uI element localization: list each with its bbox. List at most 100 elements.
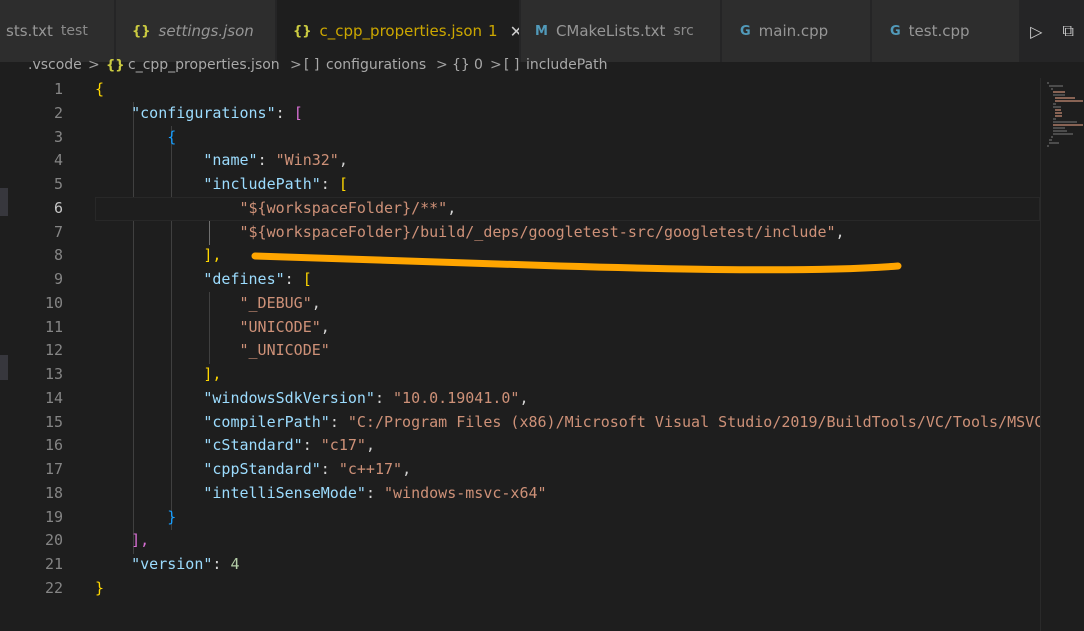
- minimap[interactable]: [1040, 78, 1084, 631]
- minimap-line: [1053, 106, 1061, 108]
- breadcrumb-file[interactable]: c_cpp_properties.json: [128, 57, 280, 73]
- line-number: 17: [44, 460, 63, 478]
- tab-test-cpp[interactable]: G test.cpp: [872, 0, 1020, 62]
- minimap-line: [1053, 94, 1065, 96]
- minimap-line: [1053, 127, 1065, 129]
- code-line: ],: [95, 529, 1040, 553]
- run-icon[interactable]: ▷: [1030, 22, 1042, 41]
- json-key: "includePath": [203, 175, 321, 193]
- code-line: "UNICODE",: [239, 317, 330, 336]
- json-key: "name": [203, 151, 258, 170]
- code-line: "windowsSdkVersion": "10.0.19041.0",: [203, 388, 529, 407]
- code-editor[interactable]: { "configurations": [ { "name": "Win32",…: [95, 78, 1040, 601]
- code-line: "configurations": [: [95, 102, 1040, 126]
- brace: }: [95, 578, 105, 597]
- code-line: {: [95, 126, 1040, 150]
- code-line: "cppStandard": "c++17",: [203, 460, 412, 478]
- breadcrumb-separator: >: [436, 57, 448, 73]
- json-key: "version": [131, 555, 213, 573]
- tab-label: main.cpp: [758, 22, 829, 40]
- code-line: "compilerPath": "C:/Program Files (x86)/…: [95, 411, 1040, 435]
- cmake-file-icon: M: [535, 23, 548, 39]
- json-string: "c17": [320, 436, 366, 455]
- line-number: 8: [53, 246, 63, 265]
- line-number: 4: [53, 151, 63, 170]
- line-number: 12: [44, 341, 63, 360]
- code-line: "_UNICODE": [95, 339, 1040, 363]
- json-key: "cppStandard": [203, 460, 321, 478]
- code-line: }: [95, 577, 1040, 601]
- json-key: "windowsSdkVersion": [203, 388, 375, 407]
- colon: :: [275, 103, 294, 122]
- tab-bar: sts.txt test {} settings.json {} c_cpp_p…: [0, 0, 1084, 62]
- json-file-icon: {}: [106, 58, 125, 73]
- minimap-line: [1053, 133, 1073, 135]
- line-number: 6: [53, 198, 63, 217]
- object-icon: {}: [452, 57, 470, 73]
- json-file-icon: {}: [132, 23, 151, 39]
- json-file-icon: {}: [293, 23, 312, 39]
- line-number: 10: [44, 293, 63, 312]
- code-line: ],: [95, 363, 1040, 387]
- tab-cmakelists-src[interactable]: M CMakeLists.txt src: [521, 0, 721, 62]
- line-number: 20: [44, 531, 63, 550]
- code-line: "cStandard": "c17",: [203, 436, 375, 455]
- minimap-line: [1049, 142, 1059, 144]
- tab-label: c_cpp_properties.json: [319, 22, 483, 40]
- json-key: "cStandard": [203, 436, 303, 455]
- close-icon[interactable]: ✕: [510, 22, 519, 41]
- tab-label: sts.txt: [6, 22, 53, 40]
- minimap-line: [1049, 85, 1063, 87]
- line-number: 15: [44, 412, 63, 431]
- json-number: 4: [230, 555, 240, 573]
- breadcrumb-separator: >: [88, 57, 100, 73]
- breadcrumb-includepath[interactable]: includePath: [526, 57, 607, 73]
- breadcrumb-separator: >: [290, 57, 302, 73]
- breadcrumb-vscode[interactable]: .vscode: [28, 57, 82, 73]
- breadcrumb-index[interactable]: 0: [474, 57, 483, 73]
- array-icon: [ ]: [304, 57, 320, 73]
- cpp-file-icon: G: [740, 23, 751, 39]
- tab-label: test.cpp: [908, 22, 970, 40]
- line-number: 9: [53, 270, 63, 288]
- tab-suffix: src: [673, 23, 694, 39]
- line-number: 13: [44, 365, 63, 383]
- line-number: 5: [53, 175, 63, 193]
- code-line: {: [95, 78, 1040, 102]
- bracket: ],: [203, 246, 222, 265]
- code-line: }: [95, 506, 1040, 530]
- tab-cmakelists-test[interactable]: sts.txt test: [0, 0, 115, 62]
- minimap-line: [1055, 109, 1061, 111]
- code-line: "_DEBUG",: [239, 293, 321, 312]
- brace: }: [167, 507, 177, 526]
- line-number: 11: [44, 317, 63, 336]
- code-line: "version": 4: [131, 555, 240, 573]
- json-string: "_UNICODE": [239, 341, 330, 360]
- tab-c-cpp-properties[interactable]: {} c_cpp_properties.json 1 ✕: [277, 0, 520, 62]
- brace: {: [95, 80, 105, 98]
- minimap-line: [1053, 124, 1083, 126]
- json-string: "UNICODE": [239, 317, 321, 336]
- minimap-line: [1053, 118, 1056, 120]
- json-string: "C:/Program Files (x86)/Microsoft Visual…: [347, 412, 1040, 431]
- bracket: ],: [203, 365, 222, 383]
- split-editor-icon[interactable]: ⧉: [1063, 21, 1074, 41]
- bracket: [: [302, 270, 312, 288]
- line-number: 2: [53, 103, 63, 122]
- tab-settings-json[interactable]: {} settings.json: [116, 0, 276, 62]
- breadcrumb-separator: >: [490, 57, 502, 73]
- brace: {: [167, 127, 177, 146]
- breadcrumb-configurations[interactable]: configurations: [326, 57, 426, 73]
- json-string: "${workspaceFolder}/build/_deps/googlete…: [239, 222, 836, 241]
- json-string: "10.0.19041.0": [393, 388, 520, 407]
- tab-main-cpp[interactable]: G main.cpp: [722, 0, 871, 62]
- line-number: 19: [44, 507, 63, 526]
- json-key: "compilerPath": [203, 412, 330, 431]
- json-key: "intelliSenseMode": [203, 483, 366, 502]
- line-number: 22: [44, 578, 63, 597]
- tab-suffix: test: [60, 23, 88, 39]
- minimap-line: [1053, 91, 1065, 93]
- minimap-line: [1051, 88, 1053, 90]
- minimap-line: [1047, 82, 1049, 84]
- minimap-line: [1055, 97, 1075, 99]
